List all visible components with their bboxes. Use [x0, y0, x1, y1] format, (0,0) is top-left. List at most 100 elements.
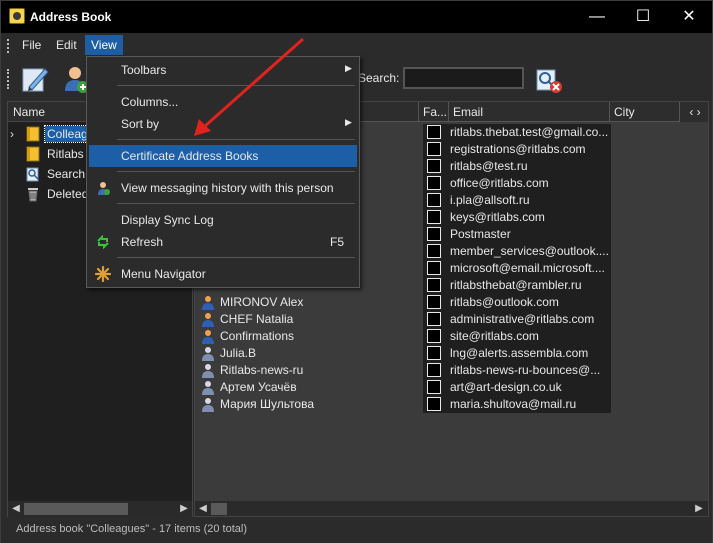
name-cell[interactable]: Мария Шультова [195, 396, 419, 413]
minimize-button[interactable]: — [574, 1, 620, 33]
name-cell[interactable]: Julia.B [195, 345, 419, 362]
menu-edit[interactable]: Edit [50, 35, 83, 55]
column-header-favorite[interactable]: Fa... [419, 102, 449, 122]
contact-city [611, 294, 708, 311]
table-row[interactable]: MIRONOV Alex ritlabs@outlook.com [195, 294, 708, 311]
close-button[interactable]: ✕ [666, 1, 712, 33]
contact-email: art@art-design.co.uk [450, 380, 562, 394]
name-cell[interactable]: CHEF Natalia [195, 311, 419, 328]
table-row[interactable]: Мария Шультова maria.shultova@mail.ru [195, 396, 708, 413]
scroll-left-icon[interactable]: ◀ [196, 503, 210, 514]
favorite-checkbox[interactable] [427, 397, 441, 411]
contact-city [611, 141, 708, 158]
tree-item-label: Ritlabs [47, 147, 84, 161]
menu-view[interactable]: View [85, 35, 123, 55]
favorite-checkbox[interactable] [427, 159, 441, 173]
contact-email: lng@alerts.assembla.com [450, 346, 589, 360]
search-input[interactable] [403, 67, 524, 89]
table-row[interactable]: Артем Усачёв art@art-design.co.uk [195, 379, 708, 396]
favorite-checkbox[interactable] [427, 125, 441, 139]
status-bar: Address book "Colleagues" - 17 items (20… [1, 519, 712, 543]
menu-item-columns[interactable]: Columns... [89, 91, 357, 113]
submenu-arrow-icon: ▶ [345, 63, 352, 73]
favorite-checkbox[interactable] [427, 278, 441, 292]
column-header-email[interactable]: Email [449, 102, 610, 122]
menu-item-label: Refresh [121, 235, 164, 249]
menu-item-toolbars[interactable]: Toolbars ▶ [89, 59, 357, 81]
table-row[interactable]: Julia.B lng@alerts.assembla.com [195, 345, 708, 362]
scrollbar-thumb[interactable] [211, 503, 227, 515]
favorite-checkbox[interactable] [427, 142, 441, 156]
name-cell[interactable]: Артем Усачёв [195, 379, 419, 396]
person-orange-icon [202, 313, 214, 327]
contact-city [611, 345, 708, 362]
contact-email: maria.shultova@mail.ru [450, 397, 577, 411]
menu-item-view-messaging-history[interactable]: View messaging history with this person [89, 177, 357, 199]
contact-city [611, 311, 708, 328]
tree-item-label: Deleted [47, 187, 89, 201]
scrollbar-thumb[interactable] [24, 503, 128, 515]
submenu-arrow-icon: ▶ [345, 117, 352, 127]
menubar-grip[interactable] [7, 39, 10, 53]
menu-item-menu-navigator[interactable]: Menu Navigator [89, 263, 357, 285]
contact-email: ritlabs@outlook.com [450, 295, 559, 309]
scroll-right-icon[interactable]: ▶ [692, 503, 706, 514]
favorite-checkbox[interactable] [427, 176, 441, 190]
favorite-checkbox[interactable] [427, 363, 441, 377]
table-row[interactable]: CHEF Natalia administrative@ritlabs.com [195, 311, 708, 328]
contact-city [611, 124, 708, 141]
contact-email: microsoft@email.microsoft.... [450, 261, 605, 275]
contact-city [611, 379, 708, 396]
menu-item-label: Certificate Address Books [121, 149, 259, 163]
contact-email: ritlabs-news-ru-bounces@... [450, 363, 601, 377]
expander-icon[interactable]: › [10, 127, 14, 141]
contact-city [611, 396, 708, 413]
menu-file[interactable]: File [16, 35, 47, 55]
favorite-checkbox[interactable] [427, 244, 441, 258]
contact-city [611, 209, 708, 226]
menu-item-label: Columns... [121, 95, 179, 109]
menu-item-label: Toolbars [121, 63, 167, 77]
table-row[interactable]: Ritlabs-news-ru ritlabs-news-ru-bounces@.… [195, 362, 708, 379]
menu-item-certificate-address-books[interactable]: Certificate Address Books [89, 145, 357, 167]
scroll-right-icon[interactable]: ▶ [177, 503, 191, 514]
favorite-checkbox[interactable] [427, 210, 441, 224]
contact-email: ritlabs.thebat.test@gmail.co... [450, 125, 609, 139]
favorite-checkbox[interactable] [427, 193, 441, 207]
column-scroll-buttons[interactable]: ‹ › [680, 102, 708, 122]
contact-email: ritlabsthebat@rambler.ru [450, 278, 582, 292]
contacts-hscrollbar[interactable]: ◀ ▶ [195, 501, 708, 516]
toolbar-grip[interactable] [7, 69, 10, 89]
name-cell[interactable]: Confirmations [195, 328, 419, 345]
favorite-checkbox[interactable] [427, 227, 441, 241]
menu-item-display-sync-log[interactable]: Display Sync Log [89, 209, 357, 231]
scroll-left-icon[interactable]: ◀ [9, 503, 23, 514]
menu-item-refresh[interactable]: Refresh F5 [89, 231, 357, 253]
menu-item-label: View messaging history with this person [121, 181, 334, 195]
favorite-checkbox[interactable] [427, 261, 441, 275]
edit-contact-icon[interactable] [19, 63, 51, 95]
favorite-checkbox[interactable] [427, 346, 441, 360]
contact-city [611, 243, 708, 260]
address-book-icon [26, 146, 40, 162]
favorite-checkbox[interactable] [427, 329, 441, 343]
search-contacts-icon[interactable] [534, 65, 564, 95]
contact-name: Julia.B [220, 346, 257, 360]
favorite-checkbox[interactable] [427, 295, 441, 309]
contact-city [611, 175, 708, 192]
name-cell[interactable]: MIRONOV Alex [195, 294, 419, 311]
favorite-checkbox[interactable] [427, 380, 441, 394]
maximize-button[interactable]: ☐ [620, 1, 666, 33]
column-header-label: City [614, 105, 635, 119]
favorite-checkbox[interactable] [427, 312, 441, 326]
menu-item-label: Display Sync Log [121, 213, 214, 227]
status-text: Address book "Colleagues" - 17 items (20… [16, 523, 247, 535]
column-header-city[interactable]: City [610, 102, 680, 122]
contact-email: site@ritlabs.com [450, 329, 539, 343]
menu-item-sort-by[interactable]: Sort by ▶ [89, 113, 357, 135]
contact-email: ritlabs@test.ru [450, 159, 528, 173]
folder-tree-hscrollbar[interactable]: ◀ ▶ [8, 501, 192, 517]
table-row[interactable]: Confirmations site@ritlabs.com [195, 328, 708, 345]
name-cell[interactable]: Ritlabs-news-ru [195, 362, 419, 379]
name-column-header: Name [13, 105, 46, 119]
